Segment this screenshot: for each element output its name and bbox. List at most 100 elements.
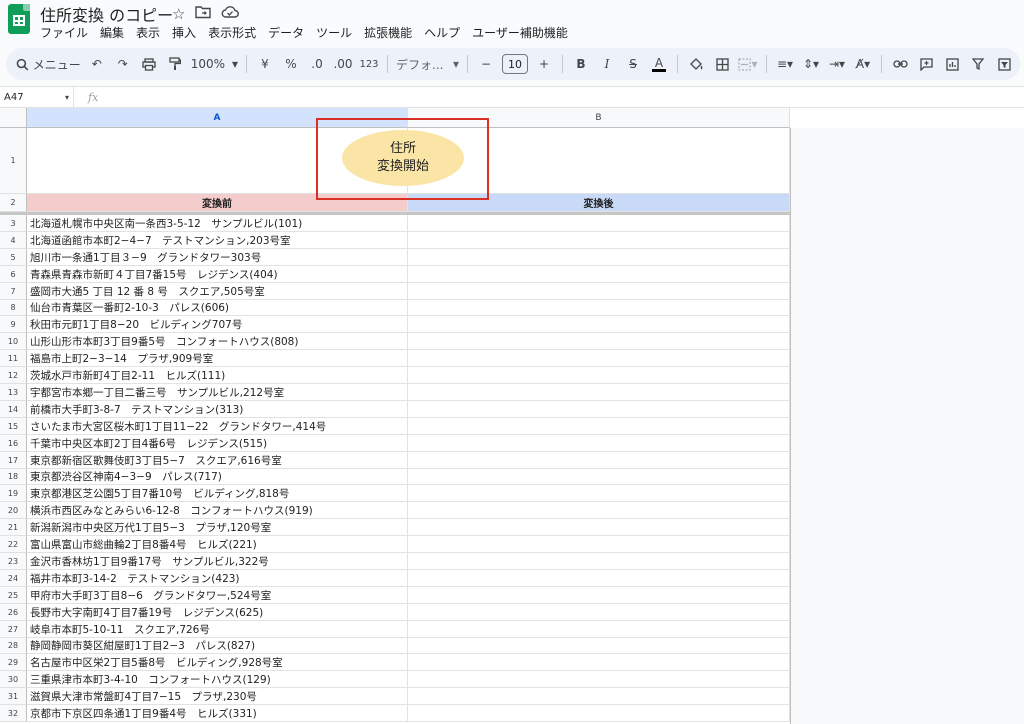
address-before-cell[interactable]: 滋賀県大津市常盤町4丁目7−15 プラザ,230号 <box>27 688 408 705</box>
address-after-cell[interactable] <box>408 485 790 502</box>
address-after-cell[interactable] <box>408 570 790 587</box>
address-after-cell[interactable] <box>408 316 790 333</box>
address-before-cell[interactable]: 盛岡市大通5 丁目 12 番 8 号 スクエア,505号室 <box>27 283 408 300</box>
select-all-corner[interactable] <box>0 108 27 128</box>
address-after-cell[interactable] <box>408 333 790 350</box>
address-before-cell[interactable]: 宇都宮市本郷一丁目二番三号 サンプルビル,212号室 <box>27 384 408 401</box>
address-after-cell[interactable] <box>408 604 790 621</box>
row-header[interactable]: 25 <box>0 587 27 604</box>
fill-color-icon[interactable] <box>686 52 706 76</box>
address-after-cell[interactable] <box>408 519 790 536</box>
row-header[interactable]: 26 <box>0 604 27 621</box>
address-before-cell[interactable]: 富山県富山市総曲輪2丁目8番4号 ヒルズ(221) <box>27 536 408 553</box>
text-color-button[interactable]: A <box>649 52 669 76</box>
address-after-cell[interactable] <box>408 452 790 469</box>
row-header[interactable]: 15 <box>0 418 27 435</box>
font-size-input[interactable]: 10 <box>502 54 528 74</box>
address-before-cell[interactable]: 前橋市大手町3-8-7 テストマンション(313) <box>27 401 408 418</box>
address-before-cell[interactable]: 山形山形市本町3丁目9番5号 コンフォートハウス(808) <box>27 333 408 350</box>
address-after-cell[interactable] <box>408 215 790 232</box>
address-before-cell[interactable]: 甲府市大手町3丁目8−6 グランドタワー,524号室 <box>27 587 408 604</box>
address-before-cell[interactable]: 横浜市西区みなとみらい6-12-8 コンフォートハウス(919) <box>27 502 408 519</box>
address-after-cell[interactable] <box>408 469 790 485</box>
number-format-button[interactable]: 123 <box>359 52 379 76</box>
horizontal-align-icon[interactable]: ≡▾ <box>775 52 795 76</box>
row-header[interactable]: 31 <box>0 688 27 705</box>
row-header[interactable]: 8 <box>0 300 27 316</box>
address-before-cell[interactable]: 東京都新宿区歌舞伎町3丁目5−7 スクエア,616号室 <box>27 452 408 469</box>
menu-data[interactable]: データ <box>268 24 304 41</box>
menu-accessibility[interactable]: ユーザー補助機能 <box>472 24 568 41</box>
row-header[interactable]: 28 <box>0 638 27 654</box>
row-header[interactable]: 18 <box>0 469 27 485</box>
row-header[interactable]: 12 <box>0 367 27 384</box>
menu-edit[interactable]: 編集 <box>100 24 124 41</box>
address-before-cell[interactable]: 福島市上町2−3−14 プラザ,909号室 <box>27 350 408 367</box>
address-after-cell[interactable] <box>408 587 790 604</box>
move-folder-icon[interactable] <box>195 5 212 23</box>
redo-icon[interactable]: ↷ <box>113 52 133 76</box>
address-before-cell[interactable]: さいたま市大宮区桜木町1丁目11−22 グランドタワー,414号 <box>27 418 408 435</box>
row-header[interactable]: 7 <box>0 283 27 300</box>
menu-tools[interactable]: ツール <box>316 24 352 41</box>
row-header-2[interactable]: 2 <box>0 194 27 212</box>
address-before-cell[interactable]: 青森県青森市新町４丁目7番15号 レジデンス(404) <box>27 266 408 283</box>
italic-button[interactable]: I <box>597 52 617 76</box>
menu-format[interactable]: 表示形式 <box>208 24 256 41</box>
address-before-cell[interactable]: 秋田市元町1丁目8−20 ビルディング707号 <box>27 316 408 333</box>
decrease-font-size-button[interactable]: − <box>476 52 496 76</box>
address-after-cell[interactable] <box>408 553 790 570</box>
row-header-1[interactable]: 1 <box>0 128 27 194</box>
address-before-cell[interactable]: 東京都港区芝公園5丁目7番10号 ビルディング,818号 <box>27 485 408 502</box>
row-header[interactable]: 16 <box>0 435 27 452</box>
menu-search[interactable]: メニュー <box>16 52 81 76</box>
menu-insert[interactable]: 挿入 <box>172 24 196 41</box>
address-after-cell[interactable] <box>408 688 790 705</box>
address-before-cell[interactable]: 名古屋市中区栄2丁目5番8号 ビルディング,928号室 <box>27 654 408 671</box>
address-after-cell[interactable] <box>408 283 790 300</box>
menu-help[interactable]: ヘルプ <box>424 24 460 41</box>
address-after-cell[interactable] <box>408 671 790 688</box>
row-header[interactable]: 30 <box>0 671 27 688</box>
row-header[interactable]: 9 <box>0 316 27 333</box>
row-header[interactable]: 11 <box>0 350 27 367</box>
address-before-cell[interactable]: 新潟新潟市中央区万代1丁目5−3 プラザ,120号室 <box>27 519 408 536</box>
cloud-status-icon[interactable] <box>221 5 240 23</box>
address-after-cell[interactable] <box>408 232 790 249</box>
row-header[interactable]: 14 <box>0 401 27 418</box>
font-select[interactable]: デフォ... ▾ <box>396 52 459 76</box>
menu-view[interactable]: 表示 <box>136 24 160 41</box>
address-before-cell[interactable]: 静岡静岡市葵区紺屋町1丁目2−3 パレス(827) <box>27 638 408 654</box>
star-icon[interactable]: ☆ <box>172 5 185 23</box>
row-header[interactable]: 10 <box>0 333 27 350</box>
address-after-cell[interactable] <box>408 384 790 401</box>
row-header[interactable]: 24 <box>0 570 27 587</box>
row-header[interactable]: 17 <box>0 452 27 469</box>
filter-views-icon[interactable] <box>994 52 1014 76</box>
address-after-cell[interactable] <box>408 435 790 452</box>
address-after-cell[interactable] <box>408 418 790 435</box>
print-icon[interactable] <box>139 52 159 76</box>
row-header[interactable]: 13 <box>0 384 27 401</box>
decrease-decimal-button[interactable]: .0 <box>307 52 327 76</box>
address-before-cell[interactable]: 福井市本町3-14-2 テストマンション(423) <box>27 570 408 587</box>
address-before-cell[interactable]: 仙台市青葉区一番町2-10-3 パレス(606) <box>27 300 408 316</box>
borders-icon[interactable] <box>712 52 732 76</box>
row-header[interactable]: 22 <box>0 536 27 553</box>
address-before-cell[interactable]: 東京都渋谷区神南4−3−9 パレス(717) <box>27 469 408 485</box>
address-after-cell[interactable] <box>408 401 790 418</box>
menu-extensions[interactable]: 拡張機能 <box>364 24 412 41</box>
address-after-cell[interactable] <box>408 249 790 266</box>
address-after-cell[interactable] <box>408 300 790 316</box>
address-before-cell[interactable]: 千葉市中央区本町2丁目4番6号 レジデンス(515) <box>27 435 408 452</box>
address-before-cell[interactable]: 金沢市香林坊1丁目9番17号 サンプルビル,322号 <box>27 553 408 570</box>
address-after-cell[interactable] <box>408 502 790 519</box>
address-after-cell[interactable] <box>408 536 790 553</box>
address-after-cell[interactable] <box>408 621 790 638</box>
paint-format-icon[interactable] <box>165 52 185 76</box>
address-after-cell[interactable] <box>408 266 790 283</box>
address-before-cell[interactable]: 岐阜市本町5-10-11 スクエア,726号 <box>27 621 408 638</box>
address-before-cell[interactable]: 長野市大字南町4丁目7番19号 レジデンス(625) <box>27 604 408 621</box>
address-before-cell[interactable]: 茨城水戸市新町4丁目2-11 ヒルズ(111) <box>27 367 408 384</box>
increase-font-size-button[interactable]: + <box>534 52 554 76</box>
